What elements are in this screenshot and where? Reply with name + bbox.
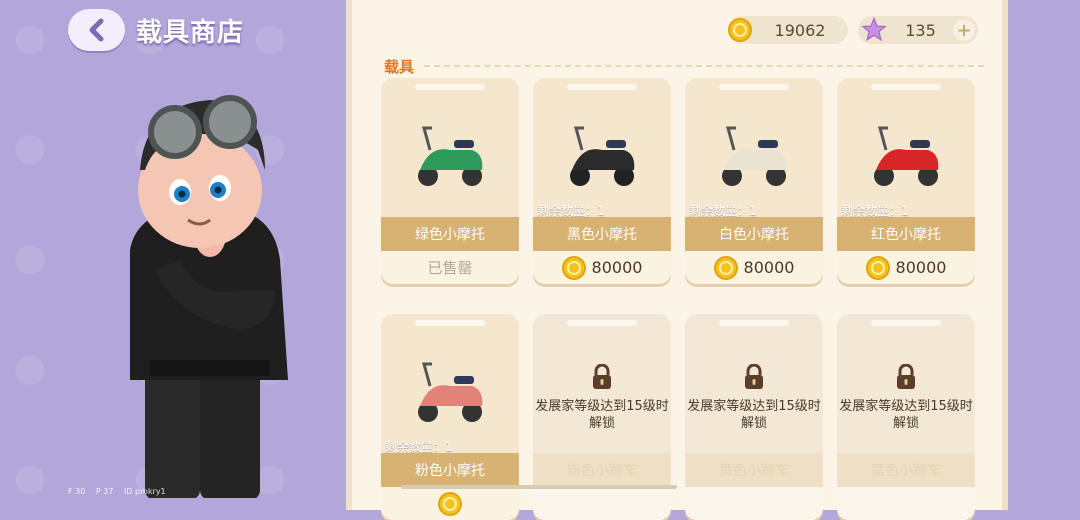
section-title: 载具 bbox=[384, 58, 415, 76]
lock-icon bbox=[593, 363, 611, 389]
price-value: 80000 bbox=[743, 258, 795, 277]
page-title: 载具商店 bbox=[136, 18, 245, 48]
price-button[interactable]: 80000 bbox=[837, 251, 975, 284]
vehicle-name: 绿色小摩托 bbox=[381, 217, 519, 251]
ping-label: P 37 bbox=[95, 487, 114, 496]
coin-icon bbox=[728, 18, 752, 42]
scooter-image bbox=[381, 328, 519, 454]
horizontal-scrollbar[interactable] bbox=[401, 485, 677, 489]
vehicle-name: 粉色小摩托 bbox=[381, 453, 519, 487]
vehicle-card-pink-scooter[interactable]: 剩余数量：1 粉色小摩托 bbox=[381, 314, 519, 520]
price-value: 80000 bbox=[895, 258, 947, 277]
vehicle-card-yellow-car-locked[interactable]: 发展家等级达到15级时解锁 黄色小跑车 bbox=[685, 314, 823, 520]
card-tab bbox=[719, 84, 789, 90]
vehicle-card-black-scooter[interactable]: 剩余数量：1 黑色小摩托 80000 bbox=[533, 78, 671, 284]
card-tab bbox=[415, 320, 485, 326]
scooter-image bbox=[685, 92, 823, 218]
scooter-icon bbox=[874, 126, 939, 186]
unlock-requirement: 发展家等级达到15级时解锁 bbox=[687, 399, 821, 431]
scooter-image bbox=[837, 92, 975, 218]
add-stars-button[interactable]: + bbox=[953, 19, 975, 41]
vehicle-name: 白色小摩托 bbox=[685, 217, 823, 251]
card-footer bbox=[685, 487, 823, 520]
lock-overlay: 发展家等级达到15级时解锁 bbox=[685, 363, 823, 432]
vehicle-card-blue-car-locked[interactable]: 发展家等级达到15级时解锁 蓝色小跑车 bbox=[837, 314, 975, 520]
coin-icon bbox=[865, 255, 890, 280]
vehicle-name: 红色小摩托 bbox=[837, 217, 975, 251]
price-button[interactable]: 80000 bbox=[685, 251, 823, 284]
vehicle-name: 粉色小跑车 bbox=[533, 453, 671, 487]
card-tab bbox=[871, 320, 941, 326]
coin-icon bbox=[561, 255, 586, 280]
unlock-requirement: 发展家等级达到15级时解锁 bbox=[535, 399, 669, 431]
vehicle-card-red-scooter[interactable]: 剩余数量：1 红色小摩托 80000 bbox=[837, 78, 975, 284]
price-button[interactable]: 80000 bbox=[533, 251, 671, 284]
coin-icon bbox=[438, 491, 462, 516]
price-button[interactable] bbox=[381, 487, 519, 520]
scooter-icon bbox=[418, 126, 483, 186]
lock-overlay: 发展家等级达到15级时解锁 bbox=[533, 363, 671, 432]
coin-balance: 19062 bbox=[728, 16, 848, 44]
card-footer bbox=[533, 487, 671, 520]
scooter-icon bbox=[722, 126, 787, 186]
card-tab bbox=[415, 84, 485, 90]
lock-icon bbox=[745, 363, 763, 389]
lock-overlay: 发展家等级达到15级时解锁 bbox=[837, 363, 975, 432]
star-amount: 135 bbox=[905, 20, 936, 40]
coin-icon bbox=[713, 255, 738, 280]
unlock-requirement: 发展家等级达到15级时解锁 bbox=[839, 399, 973, 431]
vehicle-card-pink-car-locked[interactable]: 发展家等级达到15级时解锁 粉色小跑车 bbox=[533, 314, 671, 520]
scooter-icon bbox=[418, 362, 483, 422]
scooter-icon bbox=[570, 126, 635, 186]
player-id-label: ID pmkry1 bbox=[123, 487, 166, 496]
vehicle-name: 蓝色小跑车 bbox=[837, 453, 975, 487]
section-divider bbox=[424, 65, 984, 67]
coin-amount: 19062 bbox=[774, 20, 826, 40]
card-tab bbox=[719, 320, 789, 326]
price-value: 80000 bbox=[591, 258, 643, 277]
character-avatar bbox=[130, 95, 288, 498]
star-icon bbox=[861, 16, 887, 42]
debug-info: F 30 P 37 ID pmkry1 bbox=[68, 487, 174, 496]
vehicle-name: 黑色小摩托 bbox=[533, 217, 671, 251]
card-footer: 已售罄 bbox=[381, 251, 519, 284]
card-footer bbox=[837, 487, 975, 520]
lock-icon bbox=[897, 363, 915, 389]
chevron-left-icon bbox=[89, 18, 103, 42]
sold-out-label: 已售罄 bbox=[427, 259, 473, 277]
fps-label: F 30 bbox=[68, 487, 86, 496]
vehicle-card-white-scooter[interactable]: 剩余数量：1 白色小摩托 80000 bbox=[685, 78, 823, 284]
vehicle-card-green-scooter[interactable]: 绿色小摩托 已售罄 bbox=[381, 78, 519, 284]
vehicle-name: 黄色小跑车 bbox=[685, 453, 823, 487]
card-tab bbox=[567, 84, 637, 90]
star-balance: 135 + bbox=[858, 16, 978, 44]
card-tab bbox=[567, 320, 637, 326]
card-tab bbox=[871, 84, 941, 90]
scooter-image bbox=[381, 92, 519, 218]
scooter-image bbox=[533, 92, 671, 218]
back-button[interactable] bbox=[68, 9, 125, 51]
